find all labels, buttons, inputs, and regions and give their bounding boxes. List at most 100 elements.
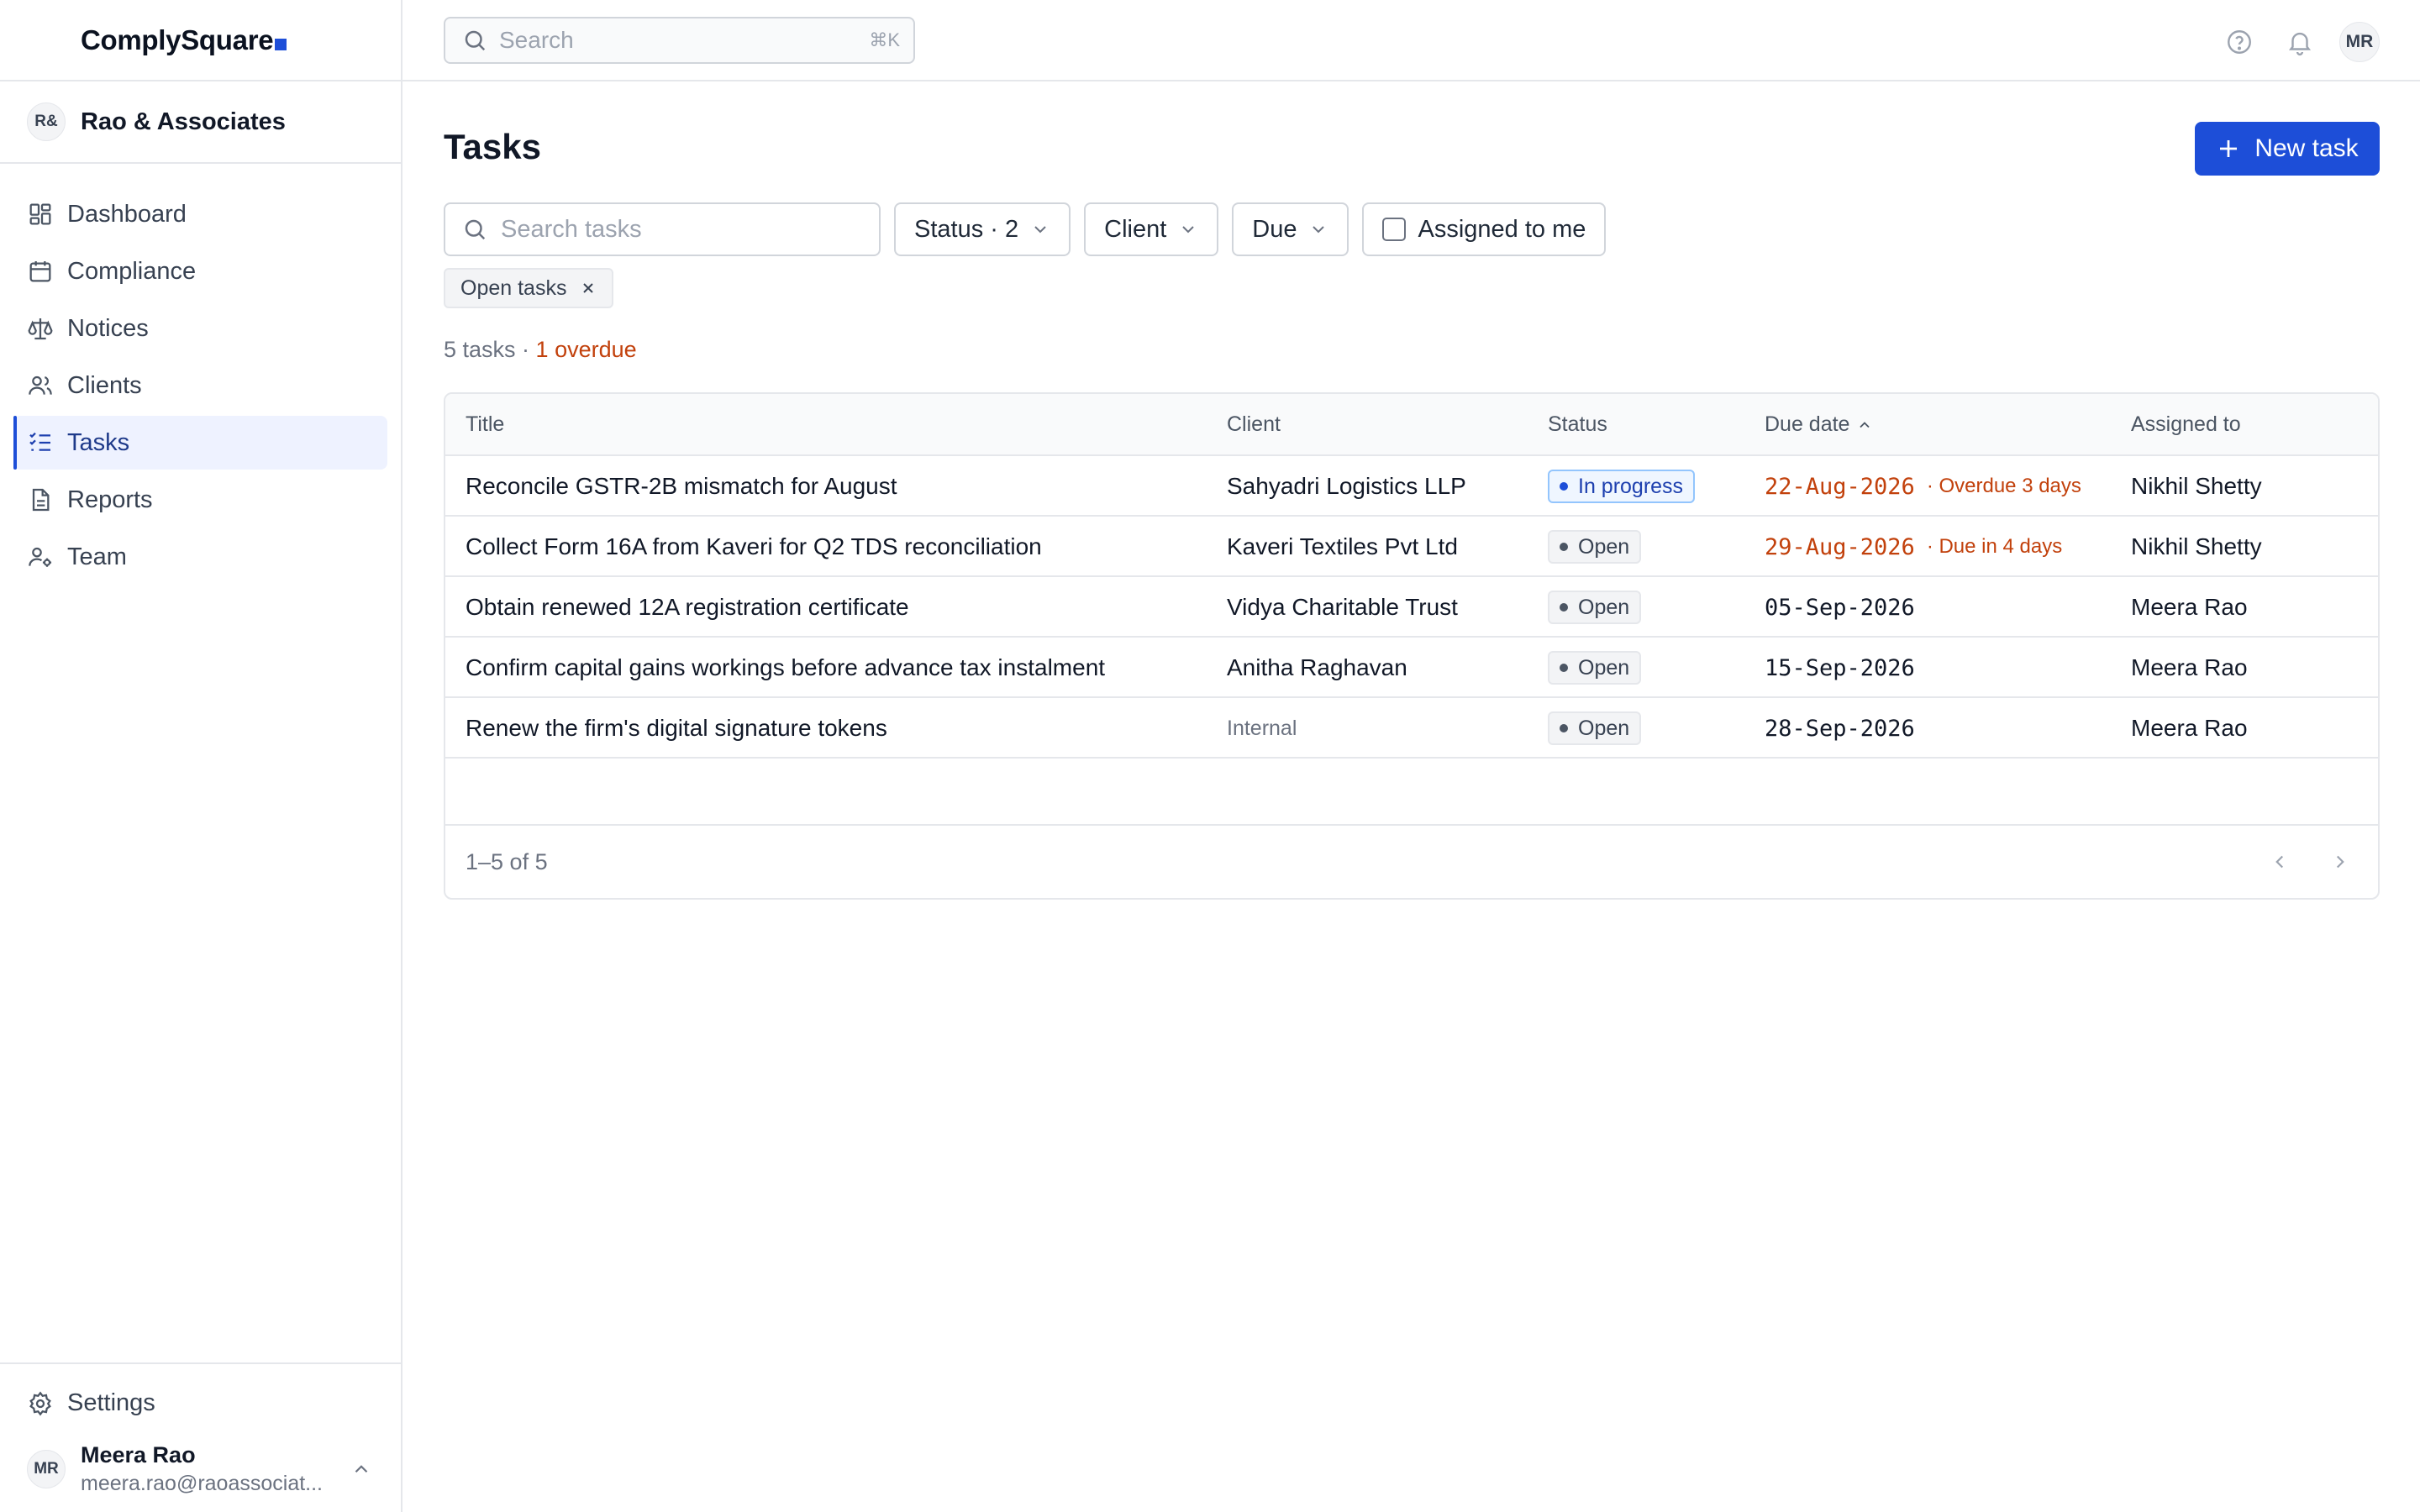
bell-icon[interactable] [2286,28,2314,56]
task-search[interactable] [444,202,881,256]
status-label: Open [1578,716,1630,740]
column-header-due-date[interactable]: Due date [1765,412,1873,437]
sidebar-item-label: Notices [67,314,149,342]
user-name: Meera Rao [81,1442,196,1467]
task-assignee: Nikhil Shetty [2131,473,2262,499]
sidebar-item-label: Tasks [67,428,130,456]
column-header-title[interactable]: Title [466,412,504,437]
org-switcher[interactable]: R& Rao & Associates [0,81,401,164]
column-header-client[interactable]: Client [1227,412,1281,437]
due-filter-dropdown[interactable]: Due [1232,202,1349,256]
gear-icon [29,1390,51,1416]
new-task-button[interactable]: New task [2195,122,2380,176]
task-count: 5 tasks · [444,337,530,362]
table-spacer [445,759,2378,826]
user-menu[interactable]: MR Meera Rao meera.rao@raoassociat... [27,1441,374,1497]
status-dot-icon [1560,603,1568,612]
status-badge: Open [1548,651,1642,685]
chevron-up-icon[interactable] [350,1458,372,1480]
logo-square-icon [275,38,287,50]
user-info: Meera Rao meera.rao@raoassociat... [81,1442,333,1496]
tasks-table: Title Client Status Due date Assigned to… [444,392,2380,900]
due-cell: 05-Sep-2026 [1765,577,1915,638]
column-header-assigned-to[interactable]: Assigned to [2131,412,2241,437]
due-cell: 15-Sep-2026 [1765,638,1915,698]
task-assignee: Meera Rao [2131,654,2248,680]
assigned-to-me-label: Assigned to me [1418,215,1586,243]
sidebar-item-team[interactable]: Team [13,530,387,584]
task-summary: 5 tasks · 1 overdue [444,337,637,363]
status-badge: In progress [1548,470,1696,503]
table-row[interactable]: Obtain renewed 12A registration certific… [445,577,2378,638]
overdue-count[interactable]: 1 overdue [536,337,637,362]
close-icon[interactable] [580,280,597,297]
chevron-right-icon[interactable] [2329,851,2351,873]
task-title[interactable]: Obtain renewed 12A registration certific… [466,577,909,638]
due-date: 15-Sep-2026 [1765,654,1915,681]
status-label: Open [1578,595,1630,619]
status-filter-label: Status · 2 [914,215,1019,243]
avatar[interactable]: MR [2339,22,2380,62]
task-title[interactable]: Collect Form 16A from Kaveri for Q2 TDS … [466,517,1042,577]
help-icon[interactable] [2225,28,2254,56]
status-cell: Open [1548,517,1642,577]
header-label: Title [466,412,505,436]
table-row[interactable]: Collect Form 16A from Kaveri for Q2 TDS … [445,517,2378,577]
client-filter-dropdown[interactable]: Client [1084,202,1219,256]
table-row[interactable]: Confirm capital gains workings before ad… [445,638,2378,698]
due-date: 29-Aug-2026 [1765,533,1915,560]
sort-ascending-icon [1860,421,1870,428]
table-row[interactable]: Renew the firm's digital signature token… [445,698,2378,759]
table-footer: 1–5 of 5 [445,826,2378,898]
sidebar-item-settings[interactable]: Settings [27,1389,155,1417]
status-dot-icon [1560,543,1568,551]
task-client: Kaveri Textiles Pvt Ltd [1227,533,1458,559]
sidebar-nav: Dashboard Compliance Notices Clients Tas… [0,164,401,584]
header-label: Client [1227,412,1281,436]
global-search[interactable]: ⌘K [444,17,915,64]
due-date: 05-Sep-2026 [1765,594,1915,621]
task-title[interactable]: Reconcile GSTR-2B mismatch for August [466,456,897,517]
search-icon [465,30,486,51]
sidebar-item-clients[interactable]: Clients [13,359,387,412]
pagination-info: 1–5 of 5 [466,849,548,874]
assigned-to-me-toggle[interactable]: Assigned to me [1362,202,1607,256]
sidebar-item-tasks[interactable]: Tasks [13,416,387,470]
topbar: ⌘K MR [402,0,2420,81]
due-filter-label: Due [1252,215,1297,243]
global-search-input[interactable] [499,27,835,54]
status-filter-dropdown[interactable]: Status · 2 [894,202,1071,256]
user-email: meera.rao@raoassociat... [81,1472,324,1495]
table-row[interactable]: Reconcile GSTR-2B mismatch for August Sa… [445,456,2378,517]
assigned-to-me-checkbox[interactable] [1382,218,1407,241]
sidebar-item-dashboard[interactable]: Dashboard [13,187,387,241]
status-dot-icon [1560,482,1568,491]
due-cell: 22-Aug-2026 · Overdue 3 days [1765,456,2081,517]
due-note: · Due in 4 days [1926,535,2063,558]
column-header-status[interactable]: Status [1548,412,1607,437]
task-title[interactable]: Renew the firm's digital signature token… [466,698,887,759]
sidebar-item-reports[interactable]: Reports [13,473,387,527]
status-label: Open [1578,655,1630,680]
app-logo-name[interactable]: ComplySquare [81,24,274,56]
task-search-input[interactable] [501,215,871,244]
status-cell: In progress [1548,456,1696,517]
status-dot-icon [1560,664,1568,672]
sidebar-item-notices[interactable]: Notices [13,302,387,355]
search-shortcut-hint: ⌘K [869,29,900,50]
task-list-icon [29,432,50,451]
org-avatar: R& [27,102,66,141]
new-task-label: New task [2254,134,2359,162]
settings-label: Settings [67,1389,155,1416]
calendar-icon [29,261,51,282]
header-label: Status [1548,412,1607,436]
chevron-left-icon[interactable] [2269,851,2291,873]
avatar: MR [27,1450,66,1488]
status-badge: Open [1548,591,1642,624]
sidebar-item-label: Compliance [67,257,197,285]
task-title[interactable]: Confirm capital gains workings before ad… [466,638,1105,698]
sidebar-item-compliance[interactable]: Compliance [13,244,387,298]
status-label: In progress [1578,474,1684,498]
plus-icon [2220,140,2238,157]
status-cell: Open [1548,638,1642,698]
